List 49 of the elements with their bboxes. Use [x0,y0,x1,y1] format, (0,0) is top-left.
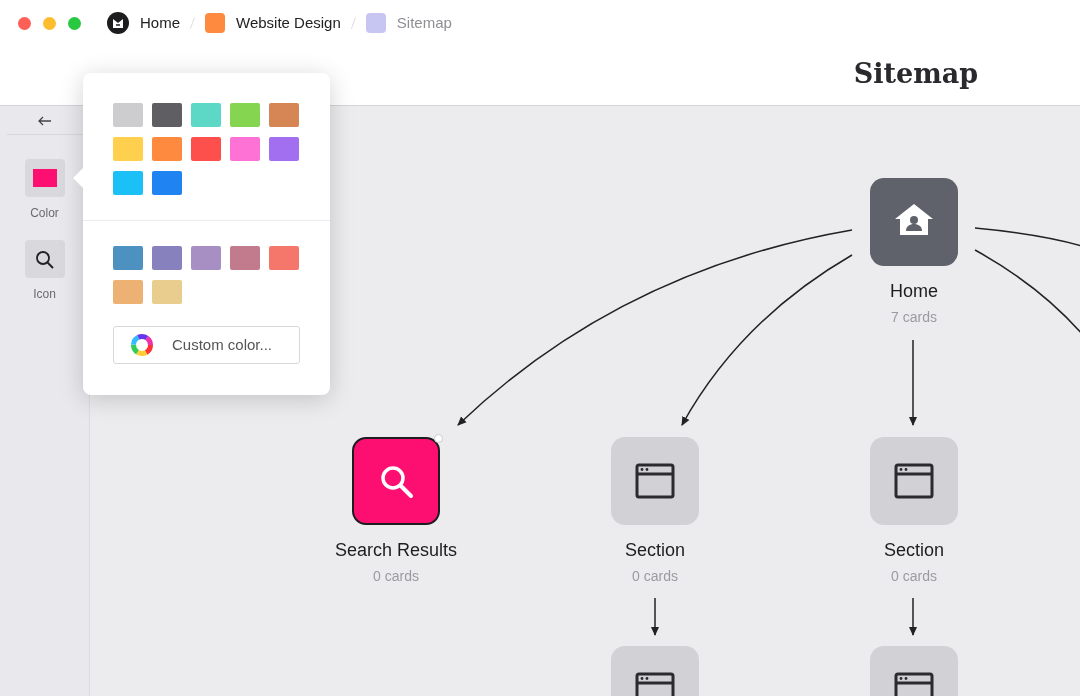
color-swatch[interactable] [269,246,299,270]
color-swatch[interactable] [152,246,182,270]
home-node[interactable] [870,178,958,266]
color-swatch[interactable] [269,137,299,161]
tool-label: Color [30,205,59,222]
color-swatch[interactable] [191,103,221,127]
color-swatch[interactable] [152,137,182,161]
node-title: Section [623,539,686,562]
minimize-button[interactable] [43,16,56,30]
color-swatch[interactable] [230,246,260,270]
color-swatch[interactable] [230,137,260,161]
close-button[interactable] [18,16,31,30]
color-swatch[interactable] [113,280,143,304]
back-arrow-icon [37,115,52,126]
node-title: Home [889,280,939,303]
color-swatch[interactable] [269,103,299,127]
color-wheel-icon [130,333,154,357]
section-node[interactable] [611,437,699,525]
page-title: Sitemap [852,57,980,91]
resize-handle[interactable] [434,434,443,443]
search-node[interactable] [352,437,440,525]
search-icon [35,249,54,269]
custom-color-button[interactable]: Custom color... [113,326,300,364]
node-title: Search Results [333,539,459,562]
node-card-count: 7 cards [890,308,938,327]
connector-arrow [909,597,917,636]
connector-arrow [651,597,659,636]
section-node[interactable] [870,437,958,525]
color-swatch[interactable] [191,137,221,161]
logo-icon [107,12,129,34]
breadcrumb-link[interactable]: Home [140,11,180,35]
node-card-count: 0 cards [890,567,938,586]
color-swatch[interactable] [191,246,221,270]
zoom-button[interactable] [68,16,81,30]
color-swatch[interactable] [113,137,143,161]
color-swatch[interactable] [152,103,182,127]
tool-label: Icon [33,286,56,303]
color-tool-button[interactable] [24,159,65,197]
color-swatch[interactable] [113,246,143,270]
color-swatch[interactable] [113,171,143,195]
color-swatch[interactable] [113,103,143,127]
node-title: Section [882,539,945,562]
icon-tool-button[interactable] [24,240,65,278]
node-card-count: 0 cards [631,567,679,586]
node-card-count: 0 cards [372,567,420,586]
color-swatch[interactable] [152,171,182,195]
breadcrumb-link[interactable]: Website Design [236,11,341,35]
color-swatch[interactable] [152,280,182,304]
color-swatch[interactable] [230,103,260,127]
